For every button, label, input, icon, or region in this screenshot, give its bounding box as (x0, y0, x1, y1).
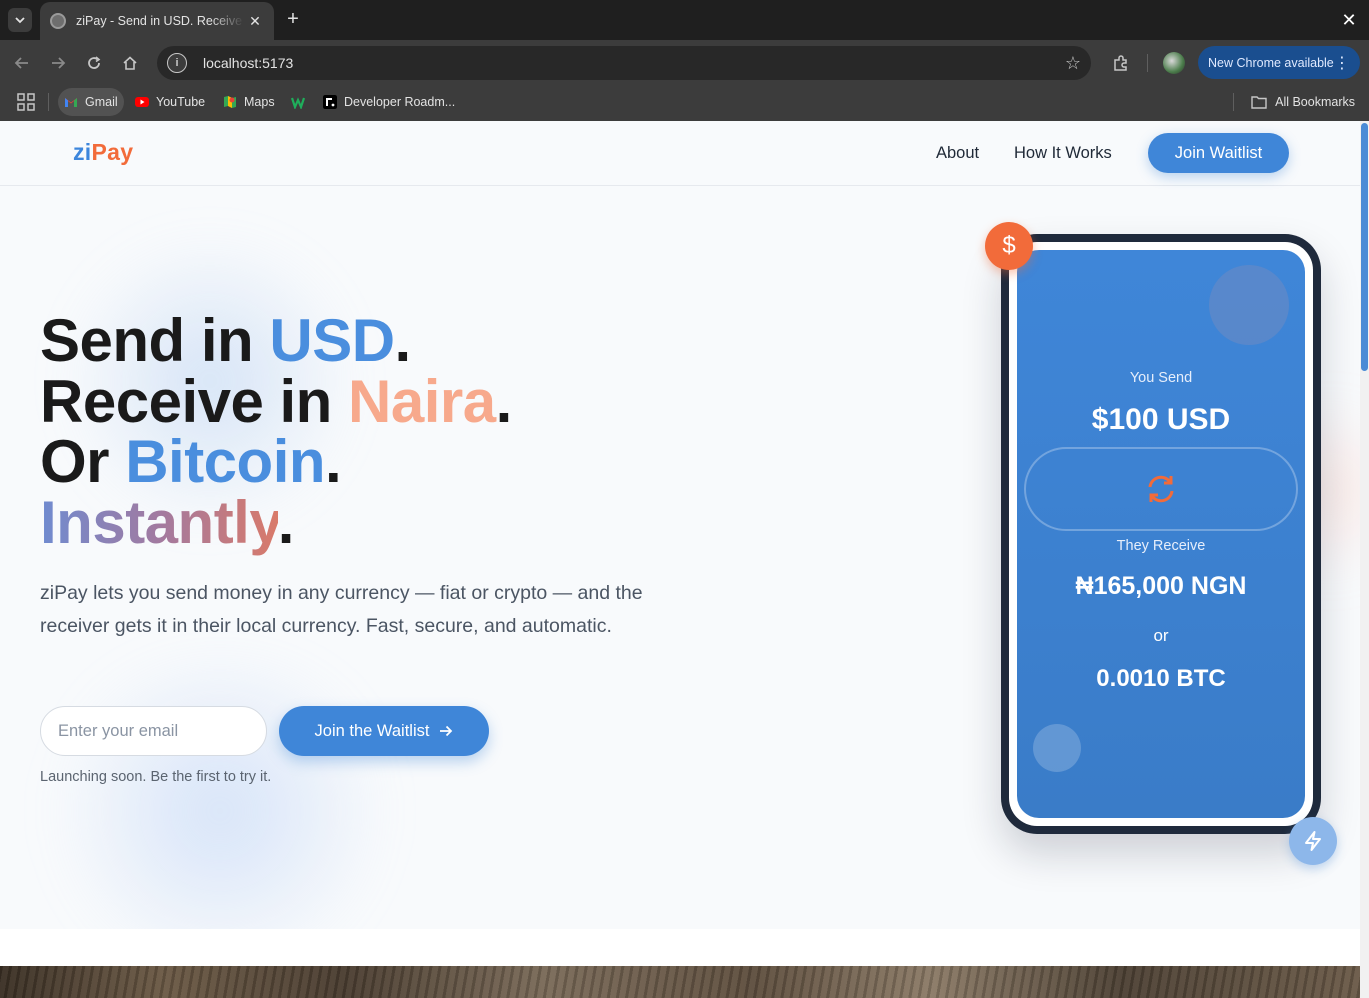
send-amount: $100 USD (1091, 403, 1231, 436)
bookmarks-divider (1233, 93, 1234, 111)
logo-part-pay: Pay (91, 139, 134, 165)
hero-headline: Send in USD. Receive in Naira. Or Bitcoi… (40, 307, 512, 556)
bookmark-youtube[interactable]: YouTube (129, 88, 211, 116)
site-info-icon[interactable]: i (167, 53, 187, 73)
headline-line-1: Send in USD. (40, 307, 411, 374)
bookmark-label: YouTube (156, 95, 206, 109)
bookmark-star-icon[interactable]: ☆ (1065, 53, 1081, 74)
phone-screen: You Send $100 USD They Receive ₦165,000 … (1017, 250, 1305, 818)
next-section-top (0, 929, 1360, 966)
folder-icon (1251, 96, 1267, 109)
site-header: ziPay About How It Works Join Waitlist (0, 121, 1360, 186)
you-send-label: You Send (1129, 370, 1193, 386)
home-icon[interactable] (117, 50, 143, 76)
headline-line-2: Receive in Naira. (40, 367, 512, 435)
back-arrow-icon[interactable] (9, 50, 35, 76)
toolbar-divider (1147, 54, 1148, 72)
page-scrollbar[interactable] (1360, 121, 1369, 998)
headline-line-4: Instantly. (40, 488, 294, 556)
new-tab-plus-icon[interactable]: + (282, 8, 304, 30)
tab-search-button[interactable] (8, 8, 32, 32)
url-text[interactable]: localhost:5173 (203, 55, 293, 71)
nav-link-how-it-works[interactable]: How It Works (1014, 144, 1112, 163)
join-waitlist-header-button[interactable]: Join Waitlist (1148, 133, 1289, 173)
roadmap-icon (323, 95, 337, 109)
bookmark-label: Developer Roadm... (344, 95, 456, 109)
phone-bezel: You Send $100 USD They Receive ₦165,000 … (1009, 242, 1313, 826)
or-label: or (1153, 626, 1169, 645)
receive-amount-ngn: ₦165,000 NGN (1075, 572, 1247, 600)
bookmarks-bar: Gmail YouTube Maps Developer Roadm... Al… (0, 85, 1369, 121)
bookmark-gmail[interactable]: Gmail (58, 88, 124, 116)
w-logo-icon (291, 97, 305, 109)
join-waitlist-label: Join the Waitlist (314, 721, 430, 740)
swap-indicator (1024, 447, 1298, 531)
dollar-badge-icon: $ (985, 222, 1033, 270)
youtube-icon (135, 97, 149, 107)
lightning-bolt-icon (1289, 817, 1337, 865)
chrome-update-button[interactable]: New Chrome available ⋮ (1198, 46, 1360, 79)
all-bookmarks-button[interactable]: All Bookmarks (1251, 88, 1355, 116)
arrow-right-icon (440, 725, 453, 737)
bookmarks-divider (48, 93, 49, 111)
extensions-puzzle-icon[interactable] (1108, 50, 1134, 76)
window-close-icon[interactable]: ✕ (1337, 8, 1361, 32)
scrollbar-thumb[interactable] (1361, 123, 1368, 371)
logo-part-zi: zi (73, 139, 92, 165)
address-bar[interactable]: i localhost:5173 ☆ (157, 46, 1091, 80)
email-input[interactable] (40, 706, 267, 756)
all-bookmarks-label: All Bookmarks (1275, 95, 1355, 109)
bookmark-w[interactable] (285, 88, 318, 116)
browser-tab-active[interactable]: ziPay - Send in USD. Receive in Naira. O… (40, 2, 274, 40)
nav-link-about[interactable]: About (936, 144, 979, 163)
gmail-icon (65, 98, 77, 107)
tab-title: ziPay - Send in USD. Receive in Naira. O… (76, 14, 244, 28)
bookmark-label: Gmail (85, 95, 118, 109)
they-receive-label: They Receive (1116, 538, 1206, 554)
more-vert-icon[interactable]: ⋮ (1334, 53, 1350, 73)
background-photo-strip (0, 966, 1369, 998)
chevron-down-icon (15, 17, 25, 24)
browser-toolbar: i localhost:5173 ☆ New Chrome available … (0, 40, 1369, 85)
forward-arrow-icon[interactable] (45, 50, 71, 76)
bookmark-developer-roadmap[interactable]: Developer Roadm... (317, 88, 461, 116)
page-viewport: ziPay About How It Works Join Waitlist S… (0, 121, 1369, 998)
exchange-arrows-icon (1148, 475, 1174, 503)
launch-note: Launching soon. Be the first to try it. (40, 769, 272, 785)
decorative-circle (1033, 724, 1081, 772)
bookmark-label: Maps (244, 95, 275, 109)
maps-icon (224, 96, 236, 108)
phone-mockup: You Send $100 USD They Receive ₦165,000 … (1001, 234, 1321, 834)
tab-close-icon[interactable]: ✕ (246, 13, 264, 30)
apps-grid-icon[interactable] (17, 93, 35, 111)
browser-tab-strip: ziPay - Send in USD. Receive in Naira. O… (0, 0, 1369, 40)
headline-line-3: Or Bitcoin. (40, 428, 342, 495)
logo[interactable]: ziPay (73, 139, 133, 166)
globe-icon (50, 13, 66, 29)
bookmark-maps[interactable]: Maps (217, 88, 281, 116)
decorative-circle (1209, 265, 1289, 345)
profile-avatar[interactable] (1163, 52, 1185, 74)
hero-description: ziPay lets you send money in any currenc… (40, 582, 643, 637)
receive-amount-btc: 0.0010 BTC (1096, 665, 1226, 692)
update-label: New Chrome available (1208, 55, 1334, 70)
join-waitlist-button[interactable]: Join the Waitlist (279, 706, 489, 756)
reload-icon[interactable] (81, 50, 107, 76)
